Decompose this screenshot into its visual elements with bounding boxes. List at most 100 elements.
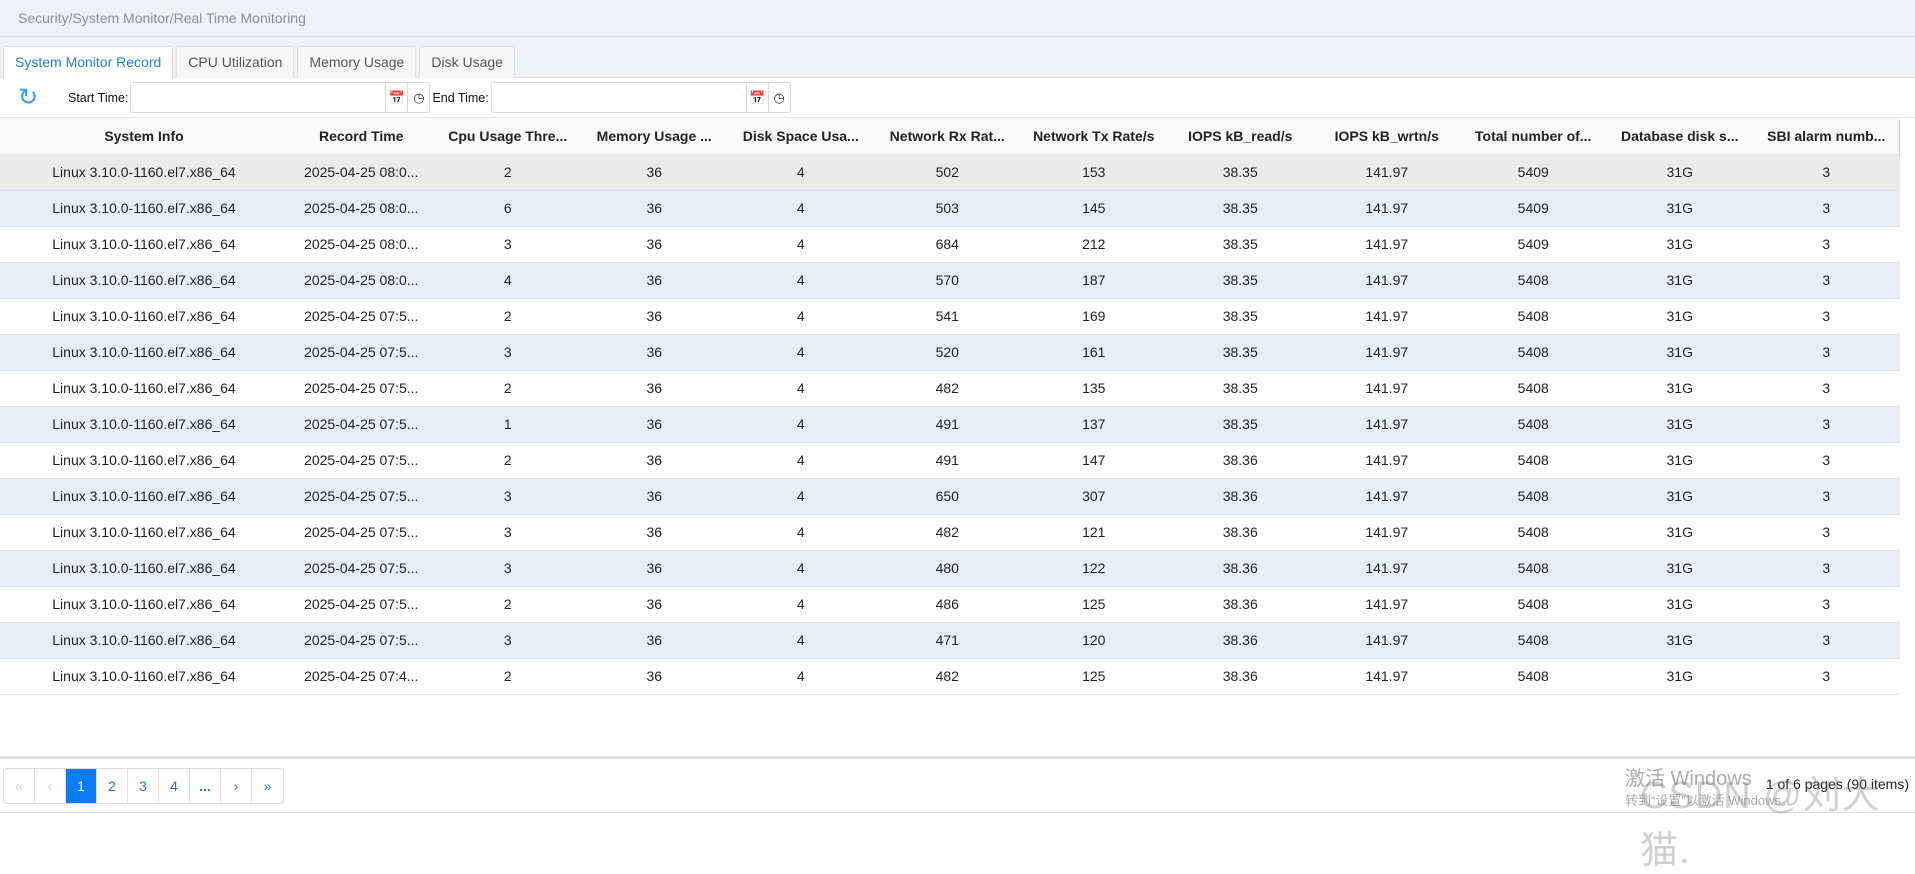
table-cell: 31G: [1606, 298, 1753, 335]
table-cell: 31G: [1606, 154, 1753, 191]
last-page-button[interactable]: »: [252, 769, 283, 803]
table-cell: 31G: [1606, 622, 1753, 659]
table-cell: 3: [434, 334, 581, 371]
more-pages-button[interactable]: ...: [190, 769, 221, 803]
table-cell: 1: [434, 406, 581, 443]
prev-page-button[interactable]: ‹: [35, 769, 66, 803]
table-row[interactable]: Linux 3.10.0-1160.el7.x86_64 2025-04-25 0…: [0, 586, 1900, 623]
start-time-input[interactable]: [131, 83, 386, 112]
table-row[interactable]: Linux 3.10.0-1160.el7.x86_64 2025-04-25 0…: [0, 262, 1900, 299]
column-header[interactable]: System Info: [0, 118, 288, 155]
table-cell: 2: [434, 370, 581, 407]
column-header[interactable]: IOPS kB_read/s: [1167, 118, 1314, 155]
table-cell: 3: [434, 226, 581, 263]
table-row[interactable]: Linux 3.10.0-1160.el7.x86_64 2025-04-25 0…: [0, 514, 1900, 551]
table-row[interactable]: Linux 3.10.0-1160.el7.x86_64 2025-04-25 0…: [0, 190, 1900, 227]
table-row[interactable]: Linux 3.10.0-1160.el7.x86_64 2025-04-25 0…: [0, 622, 1900, 659]
column-header[interactable]: SBI alarm numb...: [1753, 118, 1900, 155]
table-cell: 5408: [1460, 298, 1607, 335]
column-header[interactable]: Disk Space Usa...: [727, 118, 874, 155]
table-cell: 5408: [1460, 622, 1607, 659]
end-time-input[interactable]: [491, 83, 746, 112]
table-cell: 650: [874, 478, 1021, 515]
table-cell: 2025-04-25 07:5...: [288, 298, 435, 335]
table-cell: 4: [727, 298, 874, 335]
column-header[interactable]: Database disk s...: [1606, 118, 1753, 155]
column-header[interactable]: Cpu Usage Thre...: [434, 118, 581, 155]
clock-icon[interactable]: ◷: [767, 83, 790, 112]
column-header[interactable]: IOPS kB_wrtn/s: [1313, 118, 1460, 155]
table-cell: 3: [1753, 442, 1900, 479]
page-2-button[interactable]: 2: [97, 769, 128, 803]
table-cell: 36: [581, 442, 728, 479]
column-header[interactable]: Network Rx Rat...: [874, 118, 1021, 155]
table-row[interactable]: Linux 3.10.0-1160.el7.x86_64 2025-04-25 0…: [0, 226, 1900, 263]
table-row[interactable]: Linux 3.10.0-1160.el7.x86_64 2025-04-25 0…: [0, 370, 1900, 407]
table-cell: 2: [434, 298, 581, 335]
table-cell: 480: [874, 550, 1021, 587]
tab-memory-usage[interactable]: Memory Usage: [297, 46, 417, 78]
tab-disk-usage[interactable]: Disk Usage: [419, 46, 515, 78]
table-cell: 36: [581, 226, 728, 263]
table-cell: 2025-04-25 07:5...: [288, 406, 435, 443]
column-header[interactable]: Memory Usage ...: [581, 118, 728, 155]
table-cell: 5408: [1460, 442, 1607, 479]
next-page-button[interactable]: ›: [221, 769, 252, 803]
first-page-button[interactable]: «: [4, 769, 35, 803]
page-1-button[interactable]: 1: [66, 769, 97, 803]
table-cell: Linux 3.10.0-1160.el7.x86_64: [0, 586, 288, 623]
table-cell: 4: [727, 190, 874, 227]
table-cell: 141.97: [1313, 406, 1460, 443]
table-cell: 2: [434, 442, 581, 479]
table-row[interactable]: Linux 3.10.0-1160.el7.x86_64 2025-04-25 0…: [0, 550, 1900, 587]
table-cell: 141.97: [1313, 154, 1460, 191]
table-cell: 141.97: [1313, 262, 1460, 299]
table-cell: 122: [1020, 550, 1167, 587]
table-row[interactable]: Linux 3.10.0-1160.el7.x86_64 2025-04-25 0…: [0, 658, 1900, 695]
calendar-icon[interactable]: 📅: [385, 83, 407, 112]
table-cell: 2025-04-25 08:0...: [288, 226, 435, 263]
calendar-icon[interactable]: 📅: [745, 83, 768, 112]
table-cell: 4: [434, 262, 581, 299]
table-row[interactable]: Linux 3.10.0-1160.el7.x86_64 2025-04-25 0…: [0, 154, 1900, 191]
table-cell: 2025-04-25 07:5...: [288, 586, 435, 623]
table-cell: 121: [1020, 514, 1167, 551]
table-cell: 502: [874, 154, 1021, 191]
table-cell: 31G: [1606, 262, 1753, 299]
table-cell: 31G: [1606, 334, 1753, 371]
table-cell: Linux 3.10.0-1160.el7.x86_64: [0, 190, 288, 227]
table-cell: 125: [1020, 658, 1167, 695]
breadcrumb: Security/System Monitor/Real Time Monito…: [0, 0, 1915, 37]
table-cell: Linux 3.10.0-1160.el7.x86_64: [0, 262, 288, 299]
table-cell: 38.36: [1167, 658, 1314, 695]
table-cell: 36: [581, 298, 728, 335]
table-row[interactable]: Linux 3.10.0-1160.el7.x86_64 2025-04-25 0…: [0, 298, 1900, 335]
table-row[interactable]: Linux 3.10.0-1160.el7.x86_64 2025-04-25 0…: [0, 406, 1900, 443]
clock-icon[interactable]: ◷: [407, 83, 429, 112]
page-3-button[interactable]: 3: [128, 769, 159, 803]
table-cell: 31G: [1606, 190, 1753, 227]
table-cell: 3: [1753, 550, 1900, 587]
column-header[interactable]: Network Tx Rate/s: [1020, 118, 1167, 155]
table-cell: 2: [434, 154, 581, 191]
table-cell: 4: [727, 226, 874, 263]
table-cell: 2025-04-25 07:5...: [288, 550, 435, 587]
tab-cpu-utilization[interactable]: CPU Utilization: [176, 46, 295, 78]
table-row[interactable]: Linux 3.10.0-1160.el7.x86_64 2025-04-25 0…: [0, 334, 1900, 371]
table-cell: 135: [1020, 370, 1167, 407]
table-cell: 3: [434, 514, 581, 551]
refresh-icon[interactable]: ↻: [18, 85, 42, 110]
table-cell: 5408: [1460, 406, 1607, 443]
column-header[interactable]: Record Time: [288, 118, 435, 155]
table-cell: 2025-04-25 07:5...: [288, 478, 435, 515]
tab-system-monitor-record[interactable]: System Monitor Record: [3, 46, 174, 79]
column-header[interactable]: Total number of...: [1460, 118, 1607, 155]
table-cell: 141.97: [1313, 478, 1460, 515]
table-cell: 684: [874, 226, 1021, 263]
table-row[interactable]: Linux 3.10.0-1160.el7.x86_64 2025-04-25 0…: [0, 442, 1900, 479]
page-4-button[interactable]: 4: [159, 769, 190, 803]
table-cell: 169: [1020, 298, 1167, 335]
table-cell: 3: [1753, 226, 1900, 263]
table-cell: 307: [1020, 478, 1167, 515]
table-row[interactable]: Linux 3.10.0-1160.el7.x86_64 2025-04-25 0…: [0, 478, 1900, 515]
